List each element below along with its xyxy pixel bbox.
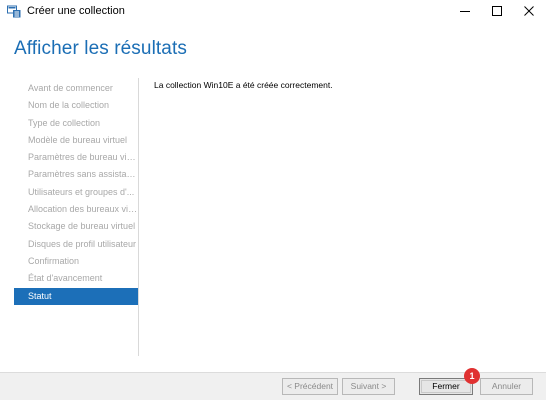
nav-item-9[interactable]: Disques de profil utilisateur	[14, 236, 138, 253]
close-button-label: Fermer	[432, 381, 460, 391]
nav-item-1[interactable]: Nom de la collection	[14, 97, 138, 114]
nav-item-10[interactable]: Confirmation	[14, 253, 138, 270]
title-bar: Créer une collection	[0, 0, 546, 24]
nav-item-3[interactable]: Modèle de bureau virtuel	[14, 132, 138, 149]
nav-divider	[138, 78, 139, 356]
nav-item-2[interactable]: Type de collection	[14, 115, 138, 132]
next-button[interactable]: Suivant >	[342, 378, 395, 395]
wizard-steps-nav: Avant de commencer Nom de la collection Ty…	[14, 80, 138, 305]
nav-item-6[interactable]: Utilisateurs et groupes d'...	[14, 184, 138, 201]
minimize-button[interactable]	[448, 0, 482, 22]
result-message: La collection Win10E a été créée correct…	[154, 80, 333, 90]
window-title: Créer une collection	[27, 5, 125, 17]
nav-item-0[interactable]: Avant de commencer	[14, 80, 138, 97]
nav-item-11[interactable]: État d'avancement	[14, 270, 138, 287]
previous-button[interactable]: < Précédent	[282, 378, 338, 395]
step-badge: 1	[464, 368, 480, 384]
nav-item-4[interactable]: Paramètres de bureau virt...	[14, 149, 138, 166]
maximize-button[interactable]	[480, 0, 514, 22]
cancel-button[interactable]: Annuler	[480, 378, 533, 395]
close-window-button[interactable]	[512, 0, 546, 22]
nav-item-7[interactable]: Allocation des bureaux vir...	[14, 201, 138, 218]
nav-item-12[interactable]: Statut	[14, 287, 138, 305]
nav-item-5[interactable]: Paramètres sans assistance	[14, 166, 138, 183]
page-title: Afficher les résultats	[14, 38, 187, 59]
close-icon	[524, 6, 534, 16]
server-manager-icon	[7, 5, 21, 18]
nav-item-8[interactable]: Stockage de bureau virtuel	[14, 218, 138, 235]
minimize-icon	[460, 6, 470, 16]
maximize-icon	[492, 6, 502, 16]
